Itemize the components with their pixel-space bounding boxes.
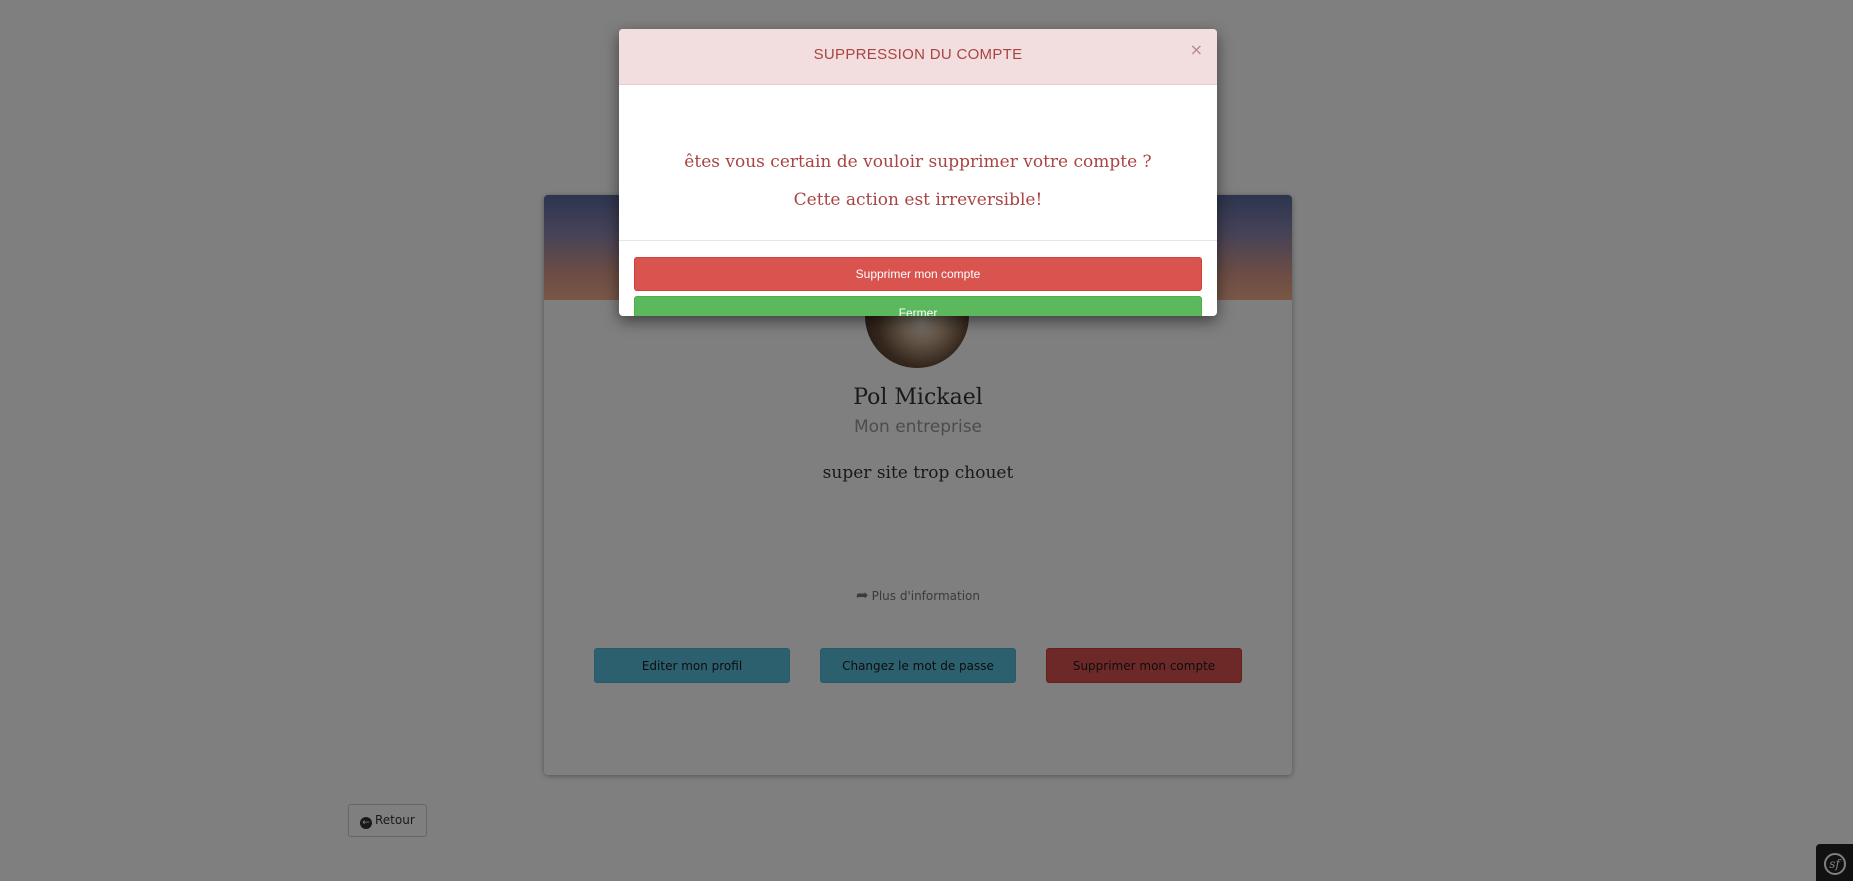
modal-body: êtes vous certain de vouloir supprimer v…	[619, 85, 1217, 241]
modal-header: SUPPRESSION DU COMPTE ×	[619, 29, 1217, 85]
delete-account-modal: SUPPRESSION DU COMPTE × êtes vous certai…	[619, 29, 1217, 316]
confirm-delete-button[interactable]: Supprimer mon compte	[634, 257, 1202, 291]
close-modal-button[interactable]: Fermer	[634, 296, 1202, 316]
close-icon[interactable]: ×	[1190, 42, 1203, 58]
modal-warning: Cette action est irreversible!	[793, 190, 1043, 210]
modal-title: SUPPRESSION DU COMPTE	[813, 46, 1023, 63]
modal-question: êtes vous certain de vouloir supprimer v…	[684, 152, 1152, 172]
